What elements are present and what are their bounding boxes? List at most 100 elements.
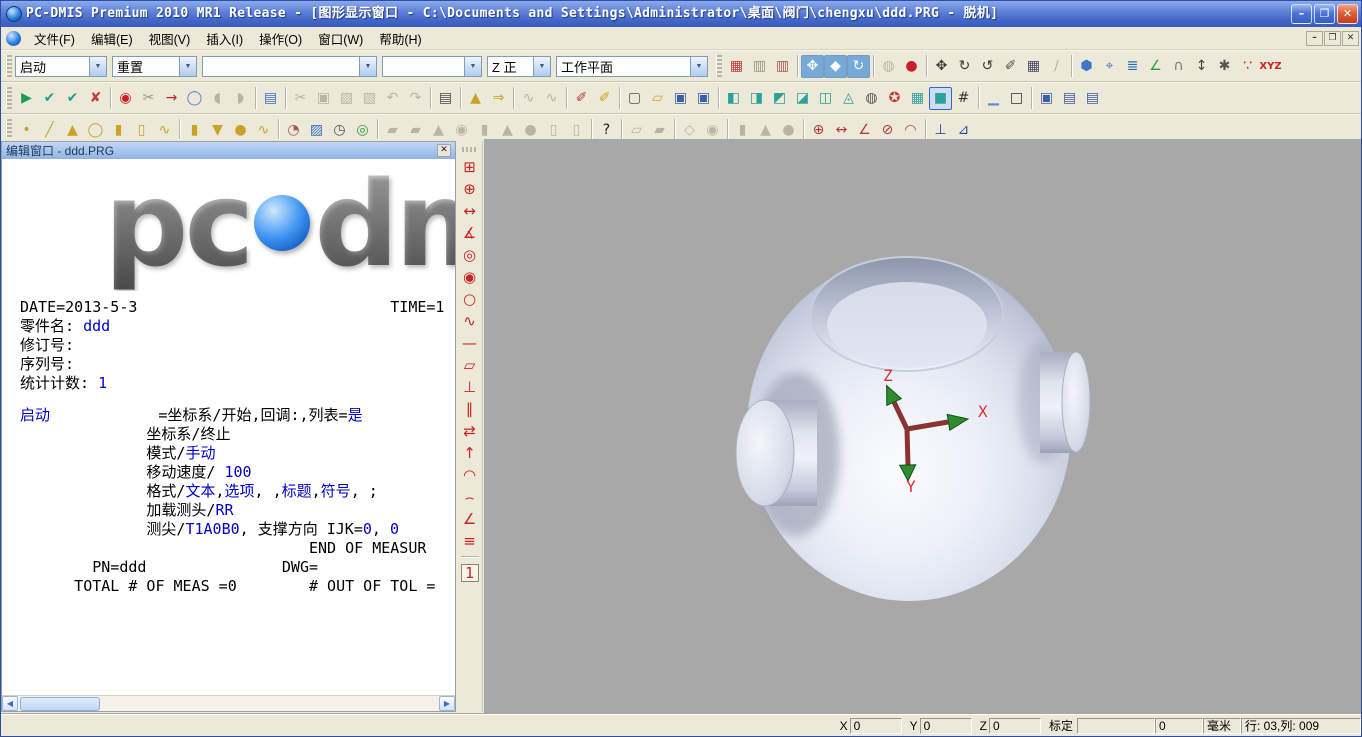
dim-parallelism-button[interactable]: ∥ xyxy=(459,398,481,420)
dim-cylindricity-button[interactable]: ◉ xyxy=(459,266,481,288)
toolbar-gripper[interactable] xyxy=(6,119,12,141)
dim-angle-button[interactable]: ∡ xyxy=(459,222,481,244)
toolbar-gripper[interactable] xyxy=(6,55,12,77)
alignment-combo[interactable]: 启动 ▼ xyxy=(15,56,107,77)
menu-window[interactable]: 窗口(W) xyxy=(310,27,371,50)
code-line[interactable]: END OF MEASUR xyxy=(20,539,455,558)
code-line[interactable]: 格式/文本,选项, ,标题,符号, ; xyxy=(20,482,455,501)
title-bar[interactable]: PC-DMIS Premium 2010 MR1 Release - [图形显示… xyxy=(1,1,1361,27)
keyin-1-button[interactable]: 1 xyxy=(459,561,481,583)
dim-profile-line-button[interactable]: ⌢ xyxy=(459,486,481,508)
edit-horizontal-scrollbar[interactable]: ◀ ▶ xyxy=(2,695,455,711)
cad-solid-button[interactable]: ⬢ xyxy=(1075,55,1098,78)
graphics-grid-button[interactable]: ▦ xyxy=(1022,55,1045,78)
dim-straightness-button[interactable]: — xyxy=(459,332,481,354)
view-front-button[interactable]: ◩ xyxy=(768,87,791,110)
minimized-window-bar-button[interactable]: ▁ xyxy=(982,87,1005,110)
scrollbar-thumb[interactable] xyxy=(20,697,100,711)
scale-to-fit-button[interactable]: ✥ xyxy=(801,55,824,78)
goto-position-button[interactable]: → xyxy=(160,87,183,110)
scroll-right-button[interactable]: ▶ xyxy=(439,696,455,711)
graphic-view-settings-button[interactable]: ▦ xyxy=(725,55,748,78)
view-grid-button[interactable]: # xyxy=(952,87,975,110)
view-back-button[interactable]: ◪ xyxy=(791,87,814,110)
dim-concentricity-button[interactable]: ◎ xyxy=(459,244,481,266)
probe-tip-combo[interactable]: 重置 ▼ xyxy=(112,56,197,77)
edit-window-titlebar[interactable]: 编辑窗口 - ddd.PRG ✕ xyxy=(2,142,455,159)
rotate-3d-button[interactable]: ↺ xyxy=(976,55,999,78)
red-sphere-mode-button[interactable]: ● xyxy=(900,55,923,78)
chevron-down-icon[interactable]: ▼ xyxy=(533,57,550,76)
dim-grid-button[interactable]: ⊞ xyxy=(459,156,481,178)
view-left-button[interactable]: ◫ xyxy=(814,87,837,110)
next-tip-button[interactable]: ⇒ xyxy=(487,87,510,110)
rotate-2d-button[interactable]: ↻ xyxy=(953,55,976,78)
dim-position-button[interactable]: ⊕ xyxy=(459,178,481,200)
view-sphere-button[interactable]: ◍ xyxy=(860,87,883,110)
chevron-down-icon[interactable]: ▼ xyxy=(359,57,376,76)
scrollbar-track[interactable] xyxy=(18,696,439,711)
dim-perpendicularity-button[interactable]: ⊥ xyxy=(459,376,481,398)
toolbar-gripper[interactable] xyxy=(716,55,722,77)
chevron-down-icon[interactable]: ▼ xyxy=(179,57,196,76)
window-report-1-button[interactable]: ▤ xyxy=(1058,87,1081,110)
menu-insert[interactable]: 插入(I) xyxy=(198,27,251,50)
toolbar-gripper[interactable] xyxy=(462,147,478,152)
edit-window-close-button[interactable]: ✕ xyxy=(437,144,451,157)
refresh-graphics-button[interactable]: ↻ xyxy=(847,55,870,78)
save-button[interactable]: ▣ xyxy=(669,87,692,110)
close-button[interactable]: ✕ xyxy=(1337,4,1358,24)
ellipse-tool-button[interactable]: ◯ xyxy=(183,87,206,110)
code-line[interactable]: 启动 =坐标系/开始,回调:,列表=是 xyxy=(20,406,455,425)
dim-profile-any-button[interactable]: ∿ xyxy=(459,310,481,332)
execute-block-button[interactable]: ✔ xyxy=(61,87,84,110)
chevron-down-icon[interactable]: ▼ xyxy=(464,57,481,76)
save-as-button[interactable]: ▣ xyxy=(692,87,715,110)
probe-utilities-button[interactable]: ▲ xyxy=(464,87,487,110)
view-solid-button[interactable]: ■ xyxy=(929,87,952,110)
chevron-down-icon[interactable]: ▼ xyxy=(690,57,707,76)
dim-angularity-button[interactable]: ∠ xyxy=(459,508,481,530)
marker-pen-yellow-button[interactable]: ✐ xyxy=(593,87,616,110)
view-iso-1-button[interactable]: ◧ xyxy=(722,87,745,110)
code-line[interactable]: 修订号: xyxy=(20,336,455,355)
report-print-button[interactable]: ▥ xyxy=(771,55,794,78)
probe-pen-button[interactable]: ✐ xyxy=(999,55,1022,78)
dim-distance-button[interactable]: ↔ xyxy=(459,200,481,222)
new-part-program-button[interactable]: ▢ xyxy=(623,87,646,110)
xyz-display-button[interactable]: XYZ xyxy=(1259,55,1282,78)
view-right-button[interactable]: ◬ xyxy=(837,87,860,110)
restore-button[interactable]: ❐ xyxy=(1314,4,1335,24)
print-button[interactable]: ▤ xyxy=(434,87,457,110)
view-wireframe-button[interactable]: ▦ xyxy=(906,87,929,110)
menu-view[interactable]: 视图(V) xyxy=(141,27,199,50)
path-lines-button[interactable]: ∠ xyxy=(1144,55,1167,78)
dim-circularity-button[interactable]: ○ xyxy=(459,288,481,310)
stop-execution-button[interactable]: ◉ xyxy=(114,87,137,110)
scroll-left-button[interactable]: ◀ xyxy=(2,696,18,711)
code-line[interactable]: TOTAL # OF MEAS =0 # OUT OF TOL = xyxy=(20,577,455,596)
code-line[interactable]: 序列号: xyxy=(20,355,455,374)
view-orientation-combo[interactable]: Z 正 ▼ xyxy=(487,56,551,77)
menu-help[interactable]: 帮助(H) xyxy=(371,27,429,50)
code-line[interactable]: DATE=2013-5-3 TIME=1 xyxy=(20,298,455,317)
probe-readouts-button[interactable]: ✂ xyxy=(137,87,160,110)
report-window-button[interactable]: ▥ xyxy=(748,55,771,78)
point-colors-button[interactable]: ∵ xyxy=(1236,55,1259,78)
code-line[interactable]: 坐标系/终止 xyxy=(20,425,455,444)
menu-edit[interactable]: 编辑(E) xyxy=(83,27,141,50)
feature-list-combo[interactable]: ▼ xyxy=(202,56,377,77)
dim-symmetry-button[interactable]: ≡ xyxy=(459,530,481,552)
window-report-2-button[interactable]: ▤ xyxy=(1081,87,1104,110)
graphics-viewport[interactable]: Z X Y xyxy=(484,139,1361,714)
menu-operation[interactable]: 操作(O) xyxy=(251,27,310,50)
mdi-close-button[interactable]: ✕ xyxy=(1342,31,1359,46)
delete-feature-button[interactable]: ✘ xyxy=(84,87,107,110)
datum-marker-button[interactable]: ✪ xyxy=(883,87,906,110)
collision-check-button[interactable]: ↕ xyxy=(1190,55,1213,78)
dim-profile-surface-button[interactable]: ◠ xyxy=(459,464,481,486)
view-iso-2-button[interactable]: ◨ xyxy=(745,87,768,110)
execute-program-button[interactable]: ▶ xyxy=(15,87,38,110)
mdi-restore-button[interactable]: ❐ xyxy=(1324,31,1341,46)
dim-runout-button[interactable]: ↑ xyxy=(459,442,481,464)
